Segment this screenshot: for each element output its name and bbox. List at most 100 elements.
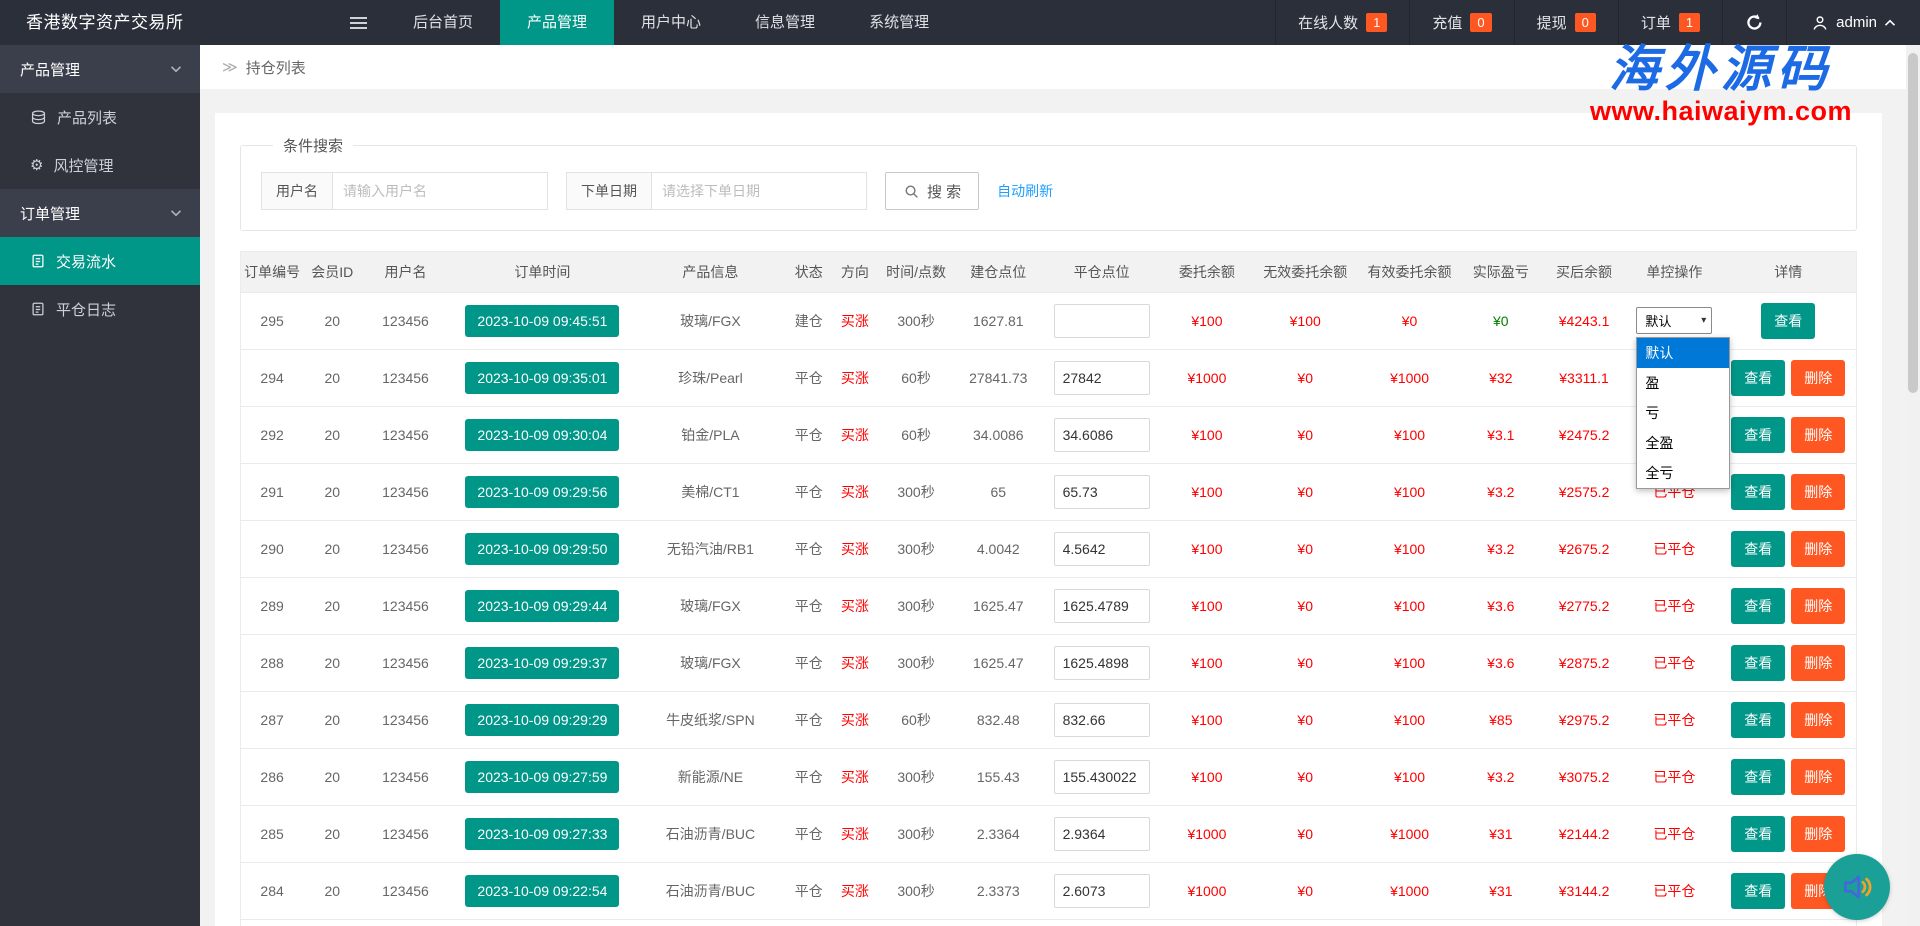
delete-button[interactable]: 删除 (1791, 359, 1846, 396)
view-button[interactable]: 查看 (1731, 416, 1786, 453)
sidebar-item-label: 风控管理 (53, 157, 114, 175)
nav-item-user-center[interactable]: 用户中心 (614, 0, 728, 45)
product-info: 宝石/Gemstone (635, 918, 786, 926)
control-cell: 已平仓 (1628, 633, 1721, 691)
sidebar-item-risk-management[interactable]: ⚙ 风控管理 (0, 141, 200, 189)
view-button[interactable]: 查看 (1731, 644, 1786, 681)
order-time-button[interactable]: 2023-10-09 09:29:37 (465, 646, 620, 679)
delete-button[interactable]: 删除 (1791, 473, 1846, 510)
stat-withdraw[interactable]: 提现 0 (1513, 0, 1618, 45)
order-time-button[interactable]: 2023-10-09 09:45:51 (465, 304, 620, 337)
delete-button[interactable]: 删除 (1791, 587, 1846, 624)
auto-refresh-link[interactable]: 自动刷新 (997, 181, 1053, 201)
stat-orders[interactable]: 订单 1 (1617, 0, 1722, 45)
close-point-input[interactable] (1053, 417, 1150, 452)
invalid-entrust-balance: ¥0 (1253, 633, 1358, 691)
control-option-all-lose[interactable]: 全亏 (1637, 458, 1729, 488)
delete-button[interactable]: 删除 (1791, 530, 1846, 567)
order-time-button[interactable]: 2023-10-09 09:29:44 (465, 589, 620, 622)
order-time-button[interactable]: 2023-10-09 09:30:04 (465, 418, 620, 451)
nav-item-dashboard[interactable]: 后台首页 (386, 0, 500, 45)
delete-button[interactable]: 删除 (1791, 701, 1846, 738)
close-point-input[interactable] (1053, 759, 1150, 794)
close-point-input[interactable] (1053, 360, 1150, 395)
view-button[interactable]: 查看 (1731, 359, 1786, 396)
order-time-button[interactable]: 2023-10-09 09:35:01 (465, 361, 620, 394)
table-row: 292 20 123456 2023-10-09 09:30:04 铂金/PLA… (241, 405, 1856, 463)
direction: 买涨 (831, 405, 878, 463)
table-row: 287 20 123456 2023-10-09 09:29:29 牛皮纸浆/S… (241, 690, 1856, 748)
close-point-input[interactable] (1053, 531, 1150, 566)
sidebar-group-order-management[interactable]: 订单管理 (0, 189, 200, 237)
delete-button[interactable]: 删除 (1791, 416, 1846, 453)
order-date-input[interactable] (652, 172, 867, 210)
order-time-button[interactable]: 2023-10-09 09:22:54 (465, 874, 620, 907)
control-option-default[interactable]: 默认 (1637, 338, 1730, 368)
close-point-input[interactable] (1053, 645, 1150, 680)
sidebar-item-label: 交易流水 (56, 253, 117, 271)
view-button[interactable]: 查看 (1731, 701, 1786, 738)
sidebar-item-trade-flow[interactable]: 交易流水 (0, 237, 200, 285)
delete-button[interactable]: 删除 (1791, 758, 1846, 795)
sound-toggle-button[interactable] (1824, 854, 1890, 920)
view-button[interactable]: 查看 (1731, 530, 1786, 567)
control-option-all-win[interactable]: 全盈 (1637, 428, 1729, 458)
search-button[interactable]: 搜 索 (885, 172, 980, 210)
order-time-button[interactable]: 2023-10-09 09:29:56 (465, 475, 620, 508)
view-button[interactable]: 查看 (1731, 872, 1786, 909)
close-point-input[interactable] (1053, 303, 1150, 338)
control-option-win[interactable]: 盈 (1637, 368, 1729, 398)
double-chevron-icon: ≫ (222, 59, 238, 76)
nav-item-product-management[interactable]: 产品管理 (500, 0, 615, 45)
view-button[interactable]: 查看 (1731, 473, 1786, 510)
admin-menu[interactable]: admin (1786, 0, 1920, 45)
username: 123456 (361, 633, 450, 691)
product-info: 无铅汽油/RB1 (635, 519, 786, 577)
sidebar-item-product-list[interactable]: 产品列表 (0, 93, 200, 141)
topbar: 香港数字资产交易所 后台首页 产品管理 用户中心 信息管理 系统管理 在线人数 1 充值 0 提… (0, 0, 1920, 45)
status: 平仓 (785, 348, 832, 406)
view-button[interactable]: 查看 (1731, 815, 1786, 852)
sidebar-group-product-management[interactable]: 产品管理 (0, 45, 200, 93)
view-button[interactable]: 查看 (1731, 587, 1786, 624)
nav-item-system-management[interactable]: 系统管理 (842, 0, 956, 45)
order-time: 2023-10-09 09:29:37 (449, 633, 636, 691)
control-option-lose[interactable]: 亏 (1637, 398, 1729, 428)
valid-entrust-balance: ¥100 (1357, 462, 1462, 520)
nav-item-info-management[interactable]: 信息管理 (728, 0, 842, 45)
view-button[interactable]: 查看 (1731, 758, 1786, 795)
stat-recharge[interactable]: 充值 0 (1409, 0, 1513, 45)
close-point-input[interactable] (1053, 816, 1150, 851)
close-point (1042, 633, 1161, 691)
sidebar-item-close-log[interactable]: 平仓日志 (0, 285, 200, 333)
order-time-button[interactable]: 2023-10-09 09:27:59 (465, 760, 620, 793)
scrollbar-thumb[interactable] (1908, 53, 1918, 393)
close-point-input[interactable] (1053, 702, 1150, 737)
entrust-balance: ¥100 (1160, 405, 1254, 463)
close-point (1042, 348, 1161, 406)
detail-cell: 查看删除 (1720, 519, 1856, 577)
search-panel: 条件搜索 用户名 下单日期 搜 索 自动刷新 (240, 135, 1857, 231)
delete-button[interactable]: 删除 (1791, 815, 1846, 852)
close-point-input[interactable] (1053, 873, 1150, 908)
order-time-button[interactable]: 2023-10-09 09:29:29 (465, 703, 620, 736)
stat-online-users[interactable]: 在线人数 1 (1275, 0, 1409, 45)
close-point-input[interactable] (1053, 474, 1150, 509)
view-button[interactable]: 查看 (1761, 302, 1816, 339)
column-header: 单控操作 (1628, 252, 1721, 292)
menu-toggle-icon[interactable] (330, 0, 386, 45)
close-point-input[interactable] (1053, 588, 1150, 623)
order-date-label: 下单日期 (566, 172, 652, 210)
delete-button[interactable]: 删除 (1791, 644, 1846, 681)
actual-profit: ¥85 (1461, 690, 1540, 748)
product-info: 新能源/NE (635, 747, 786, 805)
order-no: 283 (241, 918, 304, 926)
order-time: 2023-10-09 09:29:44 (449, 576, 636, 634)
refresh-button[interactable] (1722, 0, 1786, 45)
order-time-button[interactable]: 2023-10-09 09:27:33 (465, 817, 620, 850)
column-header: 用户名 (361, 252, 450, 292)
duration-points: 300秒 (877, 462, 955, 520)
single-control-select[interactable]: 默认 ▾ (1636, 307, 1713, 334)
username-input[interactable] (333, 172, 548, 210)
order-time-button[interactable]: 2023-10-09 09:29:50 (465, 532, 620, 565)
